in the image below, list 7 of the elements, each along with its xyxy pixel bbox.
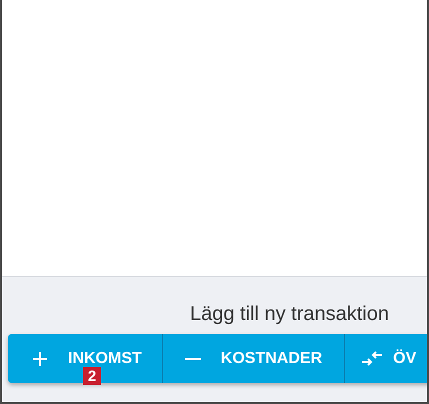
minus-icon [184, 356, 201, 360]
transfer-icon [361, 350, 384, 366]
add-button[interactable]: ÖV [345, 334, 427, 383]
add-button[interactable]: KOSTNADER [162, 334, 346, 383]
plus-icon [32, 350, 48, 366]
callout-badge: 2 [83, 367, 101, 385]
section-title: Lägg till ny transaktion [190, 302, 389, 326]
